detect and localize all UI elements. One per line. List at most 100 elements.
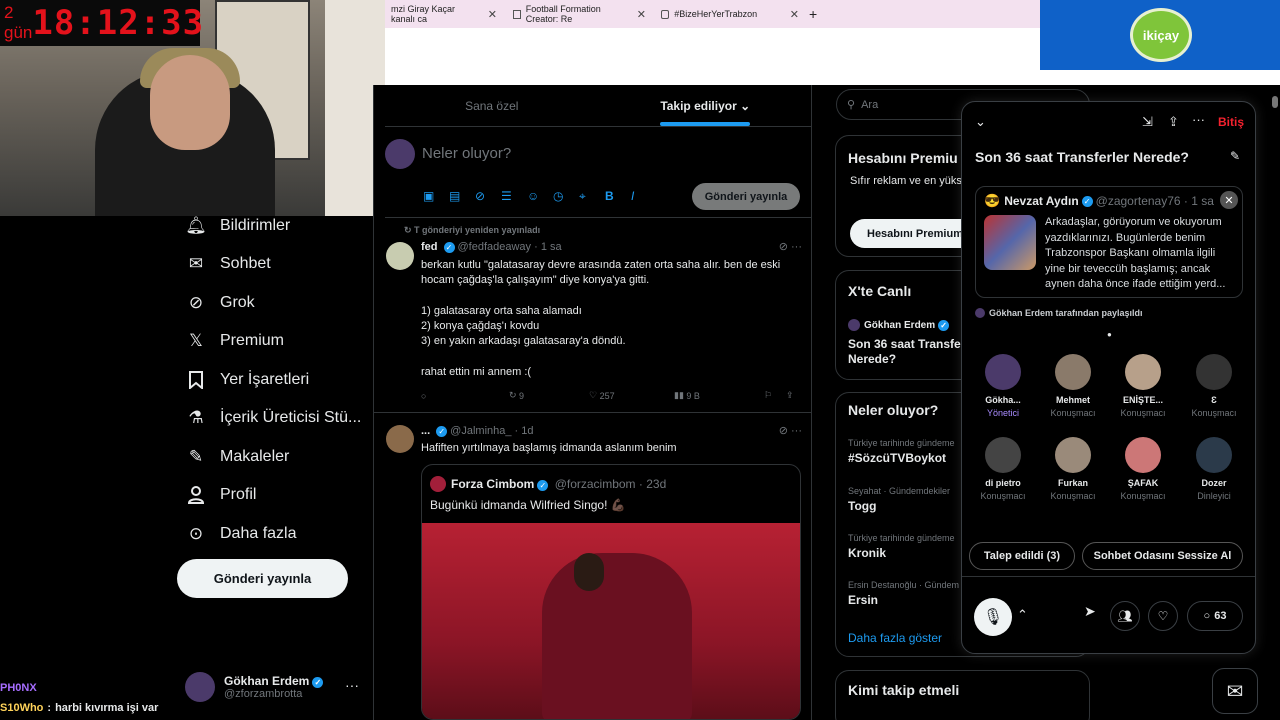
image-icon[interactable]: ▣ (423, 189, 449, 204)
composer: Neler oluyor? ▣ ▤ ⊘ ☰ ☺ ◷ ⌖ B I Gönderi … (385, 127, 812, 218)
trend-item[interactable]: Ersin Destanoğlu · Gündem Ersin (848, 580, 959, 607)
sidebar-item-label: Grok (220, 294, 255, 311)
bookmark-icon[interactable]: ⚐ (764, 390, 786, 401)
sidebar-item-grok[interactable]: ⊘ Grok (186, 293, 255, 313)
bold-icon[interactable]: B (605, 189, 631, 204)
messages-button[interactable]: ✉︎ (1212, 668, 1258, 714)
people-icon[interactable]: 👥︎ (1110, 601, 1140, 631)
browser-tab[interactable]: mzi Giray Kaçar kanalı ca ✕ (385, 0, 503, 28)
sidebar-item-profile[interactable]: Profil (186, 485, 256, 505)
comments-button[interactable]: ○ 63 (1187, 601, 1243, 631)
browser-tab[interactable]: #BizeHerYerTrabzon ✕ (655, 0, 805, 28)
close-tab-icon[interactable]: ✕ (637, 8, 646, 21)
sidebar-item-notifications[interactable]: 🔔︎ Bildirimler (185, 216, 290, 236)
tweet-author[interactable]: fed (421, 241, 438, 253)
speaker-role: Konuşmacı (980, 491, 1026, 501)
like-button[interactable]: ♡ 257 (589, 390, 674, 401)
close-icon[interactable]: ✕ (1220, 191, 1238, 209)
reply-icon[interactable]: ○ (421, 390, 509, 401)
speaker-name: ŞAFAK (1127, 478, 1159, 488)
speaker[interactable]: Dozer Dinleyici (1183, 437, 1245, 501)
speaker-name: ENİŞTE... (1122, 395, 1163, 405)
chevron-up-icon[interactable]: ⌃ (1017, 607, 1028, 623)
minimize-icon[interactable]: ⇲ (1142, 114, 1153, 130)
speaker[interactable]: di pietro Konuşmacı (972, 437, 1034, 501)
retweet-button[interactable]: ↻ 9 (509, 390, 589, 401)
scrollbar[interactable] (1272, 92, 1278, 720)
avatar[interactable] (386, 425, 414, 453)
close-tab-icon[interactable]: ✕ (790, 8, 799, 21)
tweet[interactable]: ↻ T gönderiyi yeniden yayınladı fed ✓ @fe… (374, 218, 812, 413)
gif-icon[interactable]: ▤ (449, 189, 475, 204)
tweet-handle[interactable]: @fedfadeaway (458, 241, 532, 253)
tweet-text: berkan kutlu "galatasaray devre arasında… (421, 259, 781, 379)
grok-icon[interactable]: ⊘ ··· (779, 424, 802, 437)
tab-for-you[interactable]: Sana özel (385, 85, 599, 126)
sidebar-item-premium[interactable]: 𝕏 Premium (186, 331, 284, 351)
compose-input[interactable]: Neler oluyor? (422, 145, 511, 162)
quoted-tweet[interactable]: Forza Cimbom ✓ @forzacimbom · 23d Bugünkü… (421, 464, 801, 720)
pinned-post[interactable]: 😎 Nevzat Aydın ✓ @zagortenay76 · 1 sa Ark… (975, 186, 1243, 298)
grok-icon[interactable]: ⊘ ··· (779, 240, 802, 253)
edit-icon[interactable]: ✎ (1230, 149, 1240, 163)
share-icon[interactable]: ⇪ (786, 390, 794, 401)
show-more-link[interactable]: Daha fazla göster (848, 631, 942, 645)
profile-name: Gökhan Erdem (224, 674, 310, 688)
tweet-time[interactable]: · 1 sa (534, 241, 562, 253)
quote-photo[interactable] (422, 523, 800, 719)
location-icon[interactable]: ⌖ (579, 189, 605, 204)
trend-item[interactable]: Seyahat · Gündemdekiler Togg (848, 486, 950, 513)
pinned-text: Arkadaşlar, görüyorum ve okuyorum yazdık… (1045, 216, 1226, 290)
emoji-icon[interactable]: ☺ (527, 189, 553, 204)
speaker[interactable]: Ɛ Konuşmacı (1183, 354, 1245, 418)
tab-following[interactable]: Takip ediliyor ⌄ (599, 85, 813, 126)
chevron-down-icon[interactable]: ⌄ (975, 114, 986, 130)
comment-icon: ○ (1203, 610, 1211, 622)
speaker[interactable]: ŞAFAK Konuşmacı (1112, 437, 1174, 501)
microphone-button[interactable]: 🎙︎ (974, 598, 1012, 636)
more-icon[interactable]: ··· (345, 677, 359, 693)
scrollbar-thumb[interactable] (1272, 96, 1278, 108)
views-button[interactable]: ▮▮ 9 B (674, 390, 764, 401)
sidebar-item-more[interactable]: ⊙ Daha fazla (186, 524, 297, 544)
live-host[interactable]: Gökhan Erdem ✓ (848, 319, 952, 331)
speaker[interactable]: Furkan Konuşmacı (1042, 437, 1104, 501)
account-switcher[interactable]: Gökhan Erdem ✓ @zforzambrotta ··· (185, 669, 375, 705)
share-icon[interactable]: ⇪ (1168, 114, 1179, 130)
poll-icon[interactable]: ☰ (501, 189, 527, 204)
requests-button[interactable]: Talep edildi (3) (969, 542, 1075, 570)
who-to-follow-card: Kimi takip etmeli (835, 670, 1090, 720)
sidebar-item-label: İçerik Üreticisi Stü... (220, 409, 362, 426)
schedule-icon[interactable]: ◷ (553, 189, 579, 204)
tweet-author[interactable]: ... (421, 425, 430, 437)
trend-item[interactable]: Türkiye tarihinde gündeme Kronik (848, 533, 955, 560)
sidebar-item-bookmarks[interactable]: Yer İşaretleri (186, 370, 309, 390)
end-space-button[interactable]: Bitiş (1218, 115, 1244, 129)
mute-space-button[interactable]: Sohbet Odasını Sessize Al (1082, 542, 1243, 570)
live-title: X'te Canlı (848, 283, 912, 299)
sidebar-item-creator-studio[interactable]: ⚗︎ İçerik Üreticisi Stü... (186, 408, 361, 428)
sidebar-item-articles[interactable]: ✎ Makaleler (186, 447, 289, 467)
quote-text: Bugünkü idmanda Wilfried Singo! 💪🏿 (430, 498, 626, 512)
speaker[interactable]: Mehmet Konuşmacı (1042, 354, 1104, 418)
trend-item[interactable]: Türkiye tarihinde gündeme #SözcüTVBoykot (848, 438, 955, 465)
compose-post-button[interactable]: Gönderi yayınla (692, 183, 800, 210)
post-button[interactable]: Gönderi yayınla (177, 559, 348, 598)
verified-badge-icon: ✓ (443, 241, 455, 253)
grok-icon[interactable]: ⊘ (475, 189, 501, 204)
speaker[interactable]: ENİŞTE... Konuşmacı (1112, 354, 1174, 418)
tweet-handle[interactable]: @Jalminha_ (450, 425, 511, 437)
italic-icon[interactable]: I (631, 189, 657, 204)
chat-message: S10Who: harbi kıvırma işi var (0, 698, 190, 718)
avatar[interactable] (386, 242, 414, 270)
quote-time: · 23d (638, 477, 667, 491)
tweet-time[interactable]: · 1d (515, 425, 534, 437)
react-icon[interactable]: ♡ (1148, 601, 1178, 631)
sidebar-item-chat[interactable]: ✉︎ Sohbet (186, 254, 271, 274)
timer-clock: 18:12:33 (32, 3, 205, 43)
more-icon[interactable]: ··· (1192, 112, 1205, 127)
browser-tab[interactable]: Football Formation Creator: Re ✕ (507, 0, 652, 28)
close-tab-icon[interactable]: ✕ (488, 8, 497, 21)
speaker[interactable]: Gökha... Yönetici (972, 354, 1034, 418)
new-tab-button[interactable]: + (809, 6, 817, 22)
